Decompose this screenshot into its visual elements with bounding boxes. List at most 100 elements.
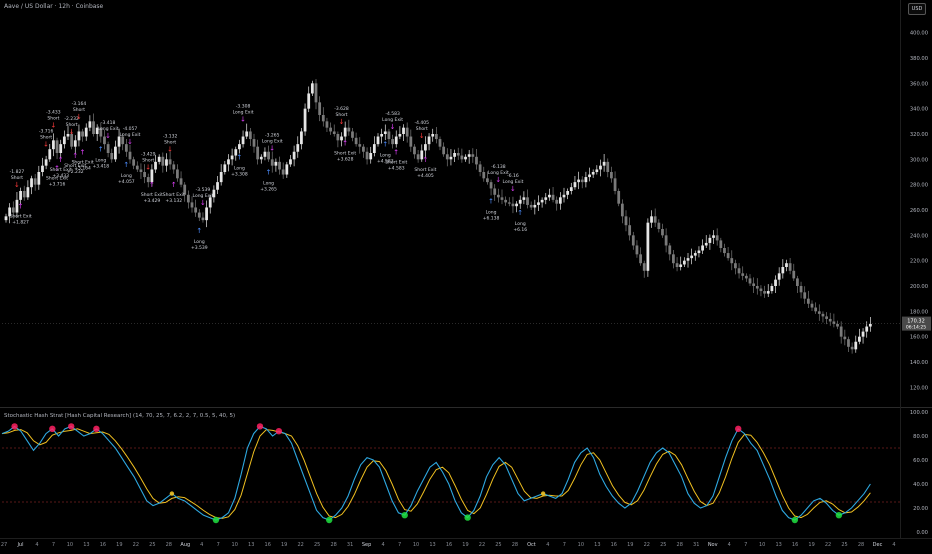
signal-label: Long	[380, 153, 391, 159]
candle-body	[723, 248, 726, 254]
time-tick-label: 7	[52, 542, 55, 548]
candle-body	[248, 131, 252, 140]
short-arrow: ↓	[167, 146, 173, 154]
candle-body	[854, 341, 858, 350]
candle-body	[259, 156, 263, 160]
time-tick-label: 25	[495, 542, 501, 548]
indicator-title: Stochastic Hash Strat [Hash Capital Rese…	[4, 413, 132, 419]
candle-body	[413, 146, 416, 155]
exit-arrow: ↑	[80, 148, 86, 156]
candle-body	[679, 264, 683, 267]
candle-body	[606, 161, 610, 172]
candle-body	[59, 144, 63, 153]
candle-body	[106, 144, 110, 153]
signal-label: Long	[486, 210, 497, 216]
candle-body	[555, 199, 559, 204]
candle-body	[165, 159, 168, 166]
time-tick-label: 16	[265, 542, 271, 548]
long-arrow: ↑	[98, 146, 104, 154]
candle-body	[650, 216, 653, 223]
currency-button[interactable]: USD	[908, 3, 926, 15]
candle-body	[263, 151, 267, 157]
candle-body	[467, 154, 471, 157]
candle-body	[292, 151, 296, 160]
time-tick-label: Nov	[708, 542, 718, 548]
candle-body	[522, 197, 526, 200]
candle-body	[642, 263, 646, 271]
candle-body	[37, 172, 41, 185]
oversold-dot	[401, 512, 408, 519]
candle-body	[256, 146, 260, 160]
signal-label: -4.583	[385, 111, 400, 117]
price-tick-label: 320.00	[910, 132, 928, 138]
candle-body	[216, 182, 219, 190]
candle-body	[62, 136, 66, 145]
candle-body	[81, 131, 84, 137]
price-tick-label: 200.00	[910, 284, 928, 290]
price-tick-label: 360.00	[910, 81, 928, 87]
chart-svg: 400.00380.00360.00340.00320.00300.00280.…	[0, 0, 932, 550]
signal-label: Long	[263, 181, 274, 187]
long-arrow: ↑	[488, 198, 494, 206]
candle-body	[803, 292, 807, 299]
candle-body	[22, 191, 26, 198]
candle-body	[55, 140, 59, 153]
oversold-dot	[212, 516, 220, 524]
candle-body	[445, 154, 449, 160]
candle-body	[416, 154, 420, 160]
candle-body	[110, 153, 114, 160]
short-arrow: ↓	[50, 122, 56, 130]
candle-body	[325, 121, 329, 128]
candle-body	[682, 260, 686, 265]
candle-body	[496, 194, 500, 198]
candle-body	[777, 273, 781, 280]
candle-body	[529, 204, 533, 208]
time-tick-label: 25	[841, 542, 847, 548]
candle-body	[201, 217, 205, 221]
long-arrow: ↑	[517, 209, 523, 217]
time-tick-label: Jul	[16, 542, 23, 548]
signal-sublabel: +6.16	[513, 227, 527, 233]
exit-arrow: ↑	[18, 203, 24, 211]
candle-body	[321, 115, 325, 122]
short-arrow: ↓	[339, 118, 345, 126]
time-tick-label: Aug	[180, 542, 190, 548]
candle-body	[839, 326, 843, 337]
osc-tick-label: 0.00	[916, 530, 928, 536]
signal-label: -3.429	[141, 151, 156, 157]
signal-label: Short Exit	[72, 159, 94, 165]
signal-label: -3.539	[196, 187, 211, 193]
candle-body	[128, 151, 132, 160]
candle-body	[405, 127, 409, 137]
candle-body	[540, 199, 544, 203]
exit-arrow: ↓	[510, 185, 516, 193]
time-tick-label: 19	[116, 542, 122, 548]
short-arrow: ↓	[43, 141, 49, 149]
candle-body	[861, 331, 865, 337]
candle-body	[858, 336, 861, 342]
candle-body	[741, 273, 745, 276]
price-tick-label: 340.00	[910, 107, 928, 113]
candle-body	[278, 161, 281, 170]
time-tick-label: 28	[858, 542, 864, 548]
candle-body	[701, 245, 704, 251]
price-tick-label: 260.00	[910, 208, 928, 214]
overbought-dot	[93, 425, 100, 432]
candle-body	[296, 144, 300, 152]
time-tick-label: 22	[297, 542, 303, 548]
overbought-dot	[256, 423, 264, 430]
indicator-params: (14, 70, 25, 7, 6.2, 2, 7, 0.5, 5, 40, 5…	[132, 413, 236, 419]
signal-label: Short Exit	[163, 192, 185, 198]
long-arrow: ↑	[266, 169, 272, 177]
osc-tick-label: 40.00	[913, 482, 928, 488]
short-arrow: ↓	[14, 181, 20, 189]
candle-body	[92, 121, 95, 134]
chart-area[interactable]: 400.00 380.00 360.00 340.00 320.00 300.00 280.…	[0, 0, 932, 550]
exit-arrow: ↓	[127, 138, 133, 146]
candle-body	[310, 83, 314, 94]
candle-body	[646, 222, 650, 271]
time-tick-label: 10	[232, 542, 238, 548]
time-tick-label: 19	[281, 542, 287, 548]
candle-body	[810, 303, 814, 308]
candle-body	[631, 235, 635, 246]
